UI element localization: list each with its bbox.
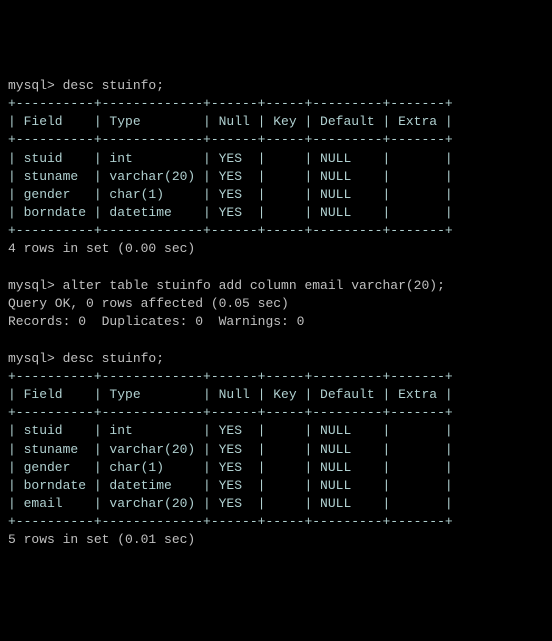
prompt-line[interactable]: mysql> desc stuinfo; <box>8 77 544 95</box>
sql-command: desc stuinfo; <box>63 351 164 366</box>
prompt-line[interactable]: mysql> desc stuinfo; <box>8 350 544 368</box>
result-summary: 4 rows in set (0.00 sec) <box>8 240 544 258</box>
table-row: | gender | char(1) | YES | | NULL | | <box>8 186 544 204</box>
terminal-output: mysql> desc stuinfo;+----------+--------… <box>8 77 544 550</box>
table-header-row: | Field | Type | Null | Key | Default | … <box>8 386 544 404</box>
table-border: +----------+-------------+------+-----+-… <box>8 404 544 422</box>
table-border: +----------+-------------+------+-----+-… <box>8 222 544 240</box>
query-result: Records: 0 Duplicates: 0 Warnings: 0 <box>8 313 544 331</box>
table-row: | stuname | varchar(20) | YES | | NULL |… <box>8 441 544 459</box>
table-row: | borndate | datetime | YES | | NULL | | <box>8 204 544 222</box>
query-result: Query OK, 0 rows affected (0.05 sec) <box>8 295 544 313</box>
table-row: | stuid | int | YES | | NULL | | <box>8 422 544 440</box>
blank-line <box>8 331 544 349</box>
table-border: +----------+-------------+------+-----+-… <box>8 95 544 113</box>
table-row: | email | varchar(20) | YES | | NULL | | <box>8 495 544 513</box>
result-summary: 5 rows in set (0.01 sec) <box>8 531 544 549</box>
blank-line <box>8 259 544 277</box>
table-border: +----------+-------------+------+-----+-… <box>8 513 544 531</box>
table-row: | stuid | int | YES | | NULL | | <box>8 150 544 168</box>
table-border: +----------+-------------+------+-----+-… <box>8 131 544 149</box>
prompt-line[interactable]: mysql> alter table stuinfo add column em… <box>8 277 544 295</box>
table-border: +----------+-------------+------+-----+-… <box>8 368 544 386</box>
table-row: | stuname | varchar(20) | YES | | NULL |… <box>8 168 544 186</box>
table-row: | gender | char(1) | YES | | NULL | | <box>8 459 544 477</box>
sql-command: desc stuinfo; <box>63 78 164 93</box>
sql-command: alter table stuinfo add column email var… <box>63 278 445 293</box>
table-header-row: | Field | Type | Null | Key | Default | … <box>8 113 544 131</box>
table-row: | borndate | datetime | YES | | NULL | | <box>8 477 544 495</box>
